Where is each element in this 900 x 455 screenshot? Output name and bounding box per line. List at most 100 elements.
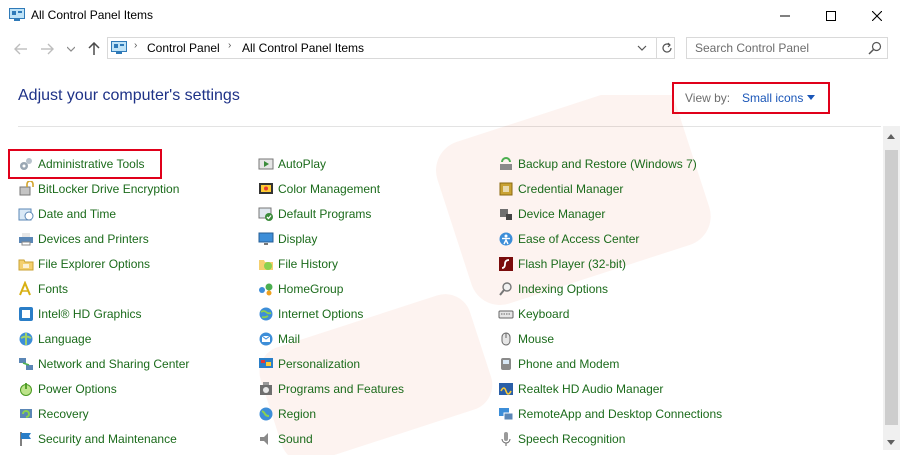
control-panel-item-label[interactable]: Programs and Features [278,382,404,396]
control-panel-item-label[interactable]: Default Programs [278,207,371,221]
control-panel-item[interactable]: Programs and Features [258,379,404,399]
control-panel-item[interactable]: Network and Sharing Center [18,354,189,374]
control-panel-item[interactable]: Display [258,229,317,249]
fonts-icon [18,281,34,297]
control-panel-item[interactable]: Internet Options [258,304,363,324]
control-panel-item[interactable]: Security and Maintenance [18,429,177,449]
control-panel-item[interactable]: Mail [258,329,300,349]
control-panel-item-label[interactable]: Credential Manager [518,182,623,196]
recent-locations-button[interactable] [61,39,81,59]
control-panel-item-label[interactable]: Device Manager [518,207,605,221]
control-panel-item[interactable]: Recovery [18,404,89,424]
control-panel-item[interactable]: Speech Recognition [498,429,625,449]
control-panel-item-label[interactable]: Language [38,332,91,346]
breadcrumb-all-items[interactable]: All Control Panel Items [242,41,364,55]
control-panel-item-label[interactable]: Network and Sharing Center [38,357,189,371]
language-icon [18,331,34,347]
control-panel-item-label[interactable]: Ease of Access Center [518,232,639,246]
control-panel-item[interactable]: BitLocker Drive Encryption [18,179,179,199]
control-panel-item-label[interactable]: Internet Options [278,307,363,321]
up-button[interactable] [84,39,104,59]
control-panel-item[interactable]: Keyboard [498,304,569,324]
control-panel-item[interactable]: Ease of Access Center [498,229,639,249]
control-panel-item-label[interactable]: Power Options [38,382,117,396]
control-panel-item-label[interactable]: Realtek HD Audio Manager [518,382,663,396]
control-panel-item-label[interactable]: Intel® HD Graphics [38,307,142,321]
control-panel-item[interactable]: Devices and Printers [18,229,149,249]
control-panel-item-label[interactable]: HomeGroup [278,282,343,296]
control-panel-item[interactable]: Color Management [258,179,380,199]
control-panel-item[interactable]: Device Manager [498,204,605,224]
control-panel-item[interactable]: Date and Time [18,204,116,224]
control-panel-item[interactable]: Fonts [18,279,68,299]
control-panel-item-label[interactable]: BitLocker Drive Encryption [38,182,179,196]
control-panel-item-label[interactable]: Devices and Printers [38,232,149,246]
bitlocker-icon [18,181,34,197]
control-panel-item-label[interactable]: Color Management [278,182,380,196]
control-panel-item[interactable]: HomeGroup [258,279,343,299]
microphone-icon [498,431,514,447]
breadcrumb-control-panel[interactable]: Control Panel [147,41,220,55]
control-panel-item[interactable]: Language [18,329,91,349]
control-panel-item[interactable]: File History [258,254,338,274]
search-box[interactable]: Search Control Panel [686,37,888,59]
scroll-down-arrow-icon[interactable] [887,440,895,445]
control-panel-item-label[interactable]: Fonts [38,282,68,296]
control-panel-item[interactable]: Indexing Options [498,279,608,299]
control-panel-item[interactable]: Phone and Modem [498,354,619,374]
recovery-icon [18,406,34,422]
search-icon[interactable] [868,41,882,55]
control-panel-item[interactable]: AutoPlay [258,154,326,174]
control-panel-item[interactable]: Credential Manager [498,179,623,199]
control-panel-item-label[interactable]: Phone and Modem [518,357,619,371]
control-panel-item-label[interactable]: Security and Maintenance [38,432,177,446]
minimize-button[interactable] [762,0,808,31]
control-panel-item-label[interactable]: Flash Player (32-bit) [518,257,626,271]
control-panel-item-label[interactable]: Recovery [38,407,89,421]
breadcrumb-separator[interactable]: › [134,40,137,51]
address-dropdown-button[interactable] [636,42,650,54]
control-panel-item-label[interactable]: Mail [278,332,300,346]
control-panel-item-label[interactable]: Indexing Options [518,282,608,296]
control-panel-item-label[interactable]: Date and Time [38,207,116,221]
back-button[interactable] [11,39,31,59]
refresh-icon [662,42,672,53]
control-panel-item-label[interactable]: File History [278,257,338,271]
control-panel-item[interactable]: Region [258,404,316,424]
view-by-dropdown[interactable]: Small icons [742,91,803,105]
scrollbar-thumb[interactable] [885,150,898,425]
control-panel-item-label[interactable]: Personalization [278,357,360,371]
breadcrumb-separator[interactable]: › [228,40,231,51]
refresh-button[interactable] [656,38,677,58]
control-panel-item[interactable]: Mouse [498,329,554,349]
control-panel-item[interactable]: Intel® HD Graphics [18,304,142,324]
control-panel-item[interactable]: Personalization [258,354,360,374]
control-panel-item-label[interactable]: AutoPlay [278,157,326,171]
control-panel-item-label[interactable]: Sound [278,432,313,446]
forward-button[interactable] [37,39,57,59]
control-panel-item-label[interactable]: Backup and Restore (Windows 7) [518,157,697,171]
control-panel-item[interactable]: Power Options [18,379,117,399]
control-panel-item-label[interactable]: RemoteApp and Desktop Connections [518,407,722,421]
control-panel-item[interactable]: Default Programs [258,204,371,224]
control-panel-item[interactable]: Flash Player (32-bit) [498,254,626,274]
control-panel-item-label[interactable]: Region [278,407,316,421]
control-panel-item[interactable]: RemoteApp and Desktop Connections [498,404,722,424]
control-panel-item[interactable]: Realtek HD Audio Manager [498,379,663,399]
maximize-button[interactable] [808,0,854,31]
control-panel-item-label[interactable]: File Explorer Options [38,257,150,271]
arrow-up-icon [88,42,100,55]
control-panel-item[interactable]: Sound [258,429,313,449]
control-panel-item-label[interactable]: Display [278,232,317,246]
search-input[interactable]: Search Control Panel [695,41,809,55]
caret-down-icon[interactable] [807,95,815,100]
scroll-up-arrow-icon[interactable] [887,134,895,139]
control-panel-item[interactable]: Backup and Restore (Windows 7) [498,154,697,174]
close-button[interactable] [854,0,900,31]
control-panel-item-label[interactable]: Speech Recognition [518,432,625,446]
page-heading: Adjust your computer's settings [18,87,240,104]
address-bar[interactable]: › Control Panel › All Control Panel Item… [107,37,675,59]
control-panel-item[interactable]: File Explorer Options [18,254,150,274]
control-panel-item-label[interactable]: Keyboard [518,307,569,321]
control-panel-item-label[interactable]: Mouse [518,332,554,346]
